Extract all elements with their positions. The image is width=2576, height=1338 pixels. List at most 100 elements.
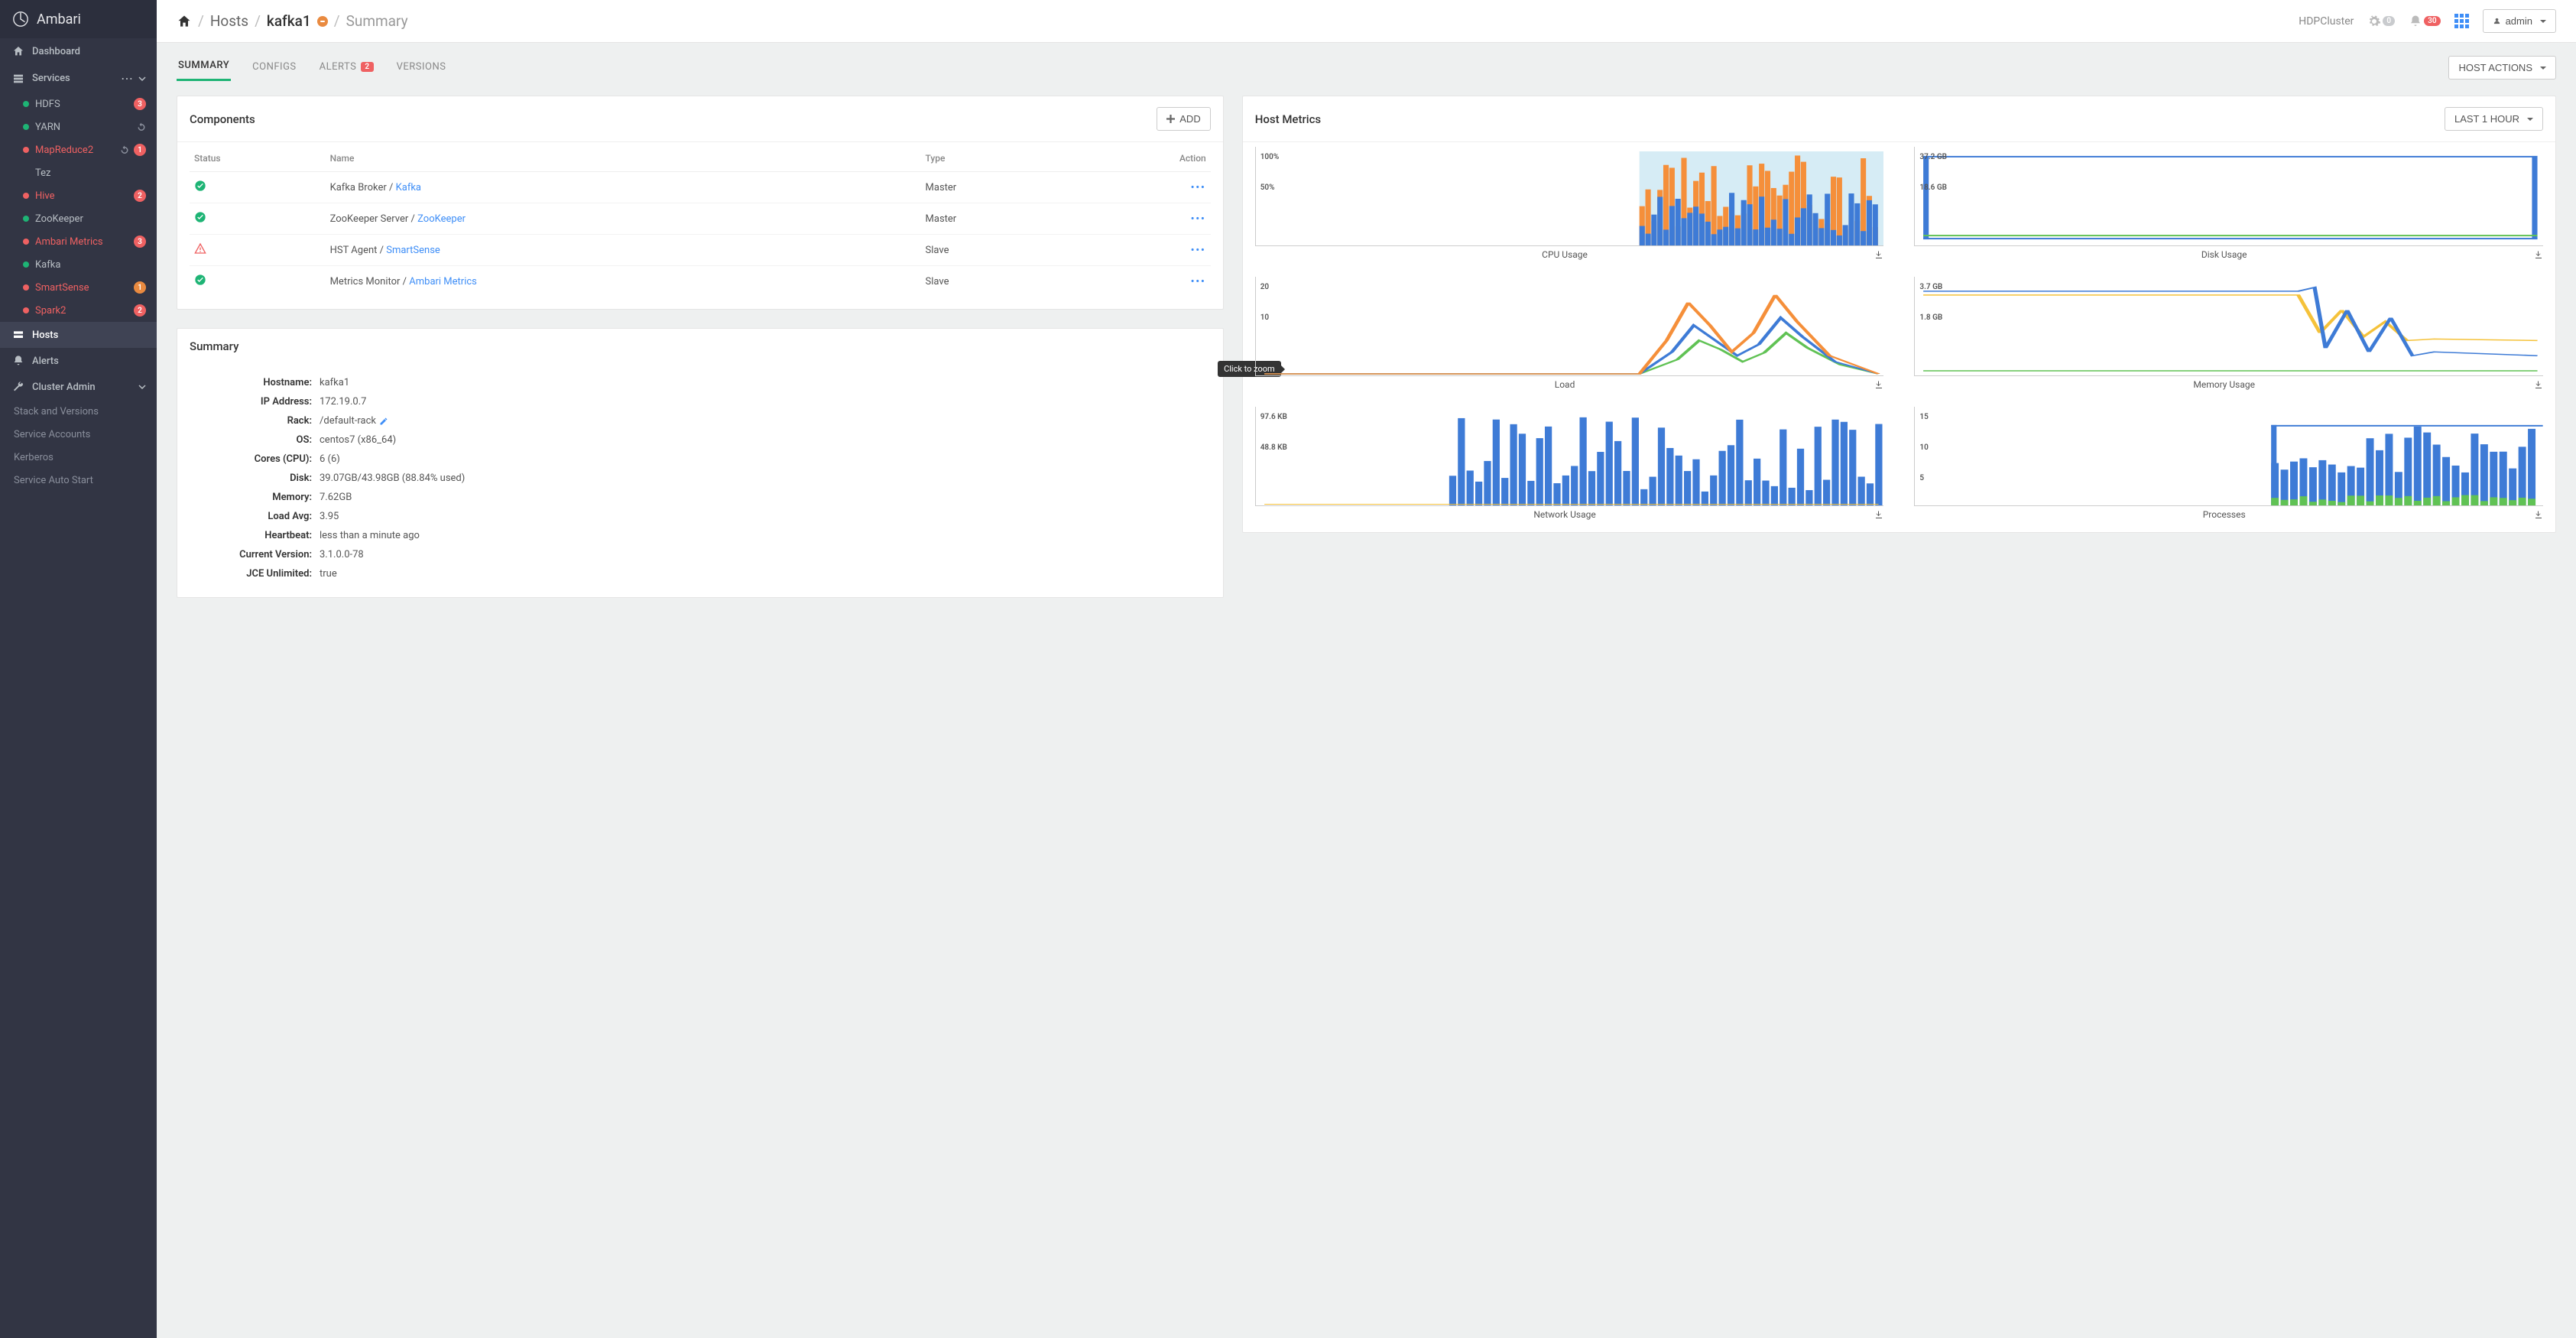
admin-item-stack-and-versions[interactable]: Stack and Versions — [0, 400, 157, 423]
sidebar-service-kafka[interactable]: Kafka — [0, 253, 157, 276]
sidebar-service-smartsense[interactable]: SmartSense1 — [0, 276, 157, 299]
table-row: Metrics Monitor / Ambari MetricsSlave••• — [190, 266, 1211, 297]
summary-row: Disk:39.07GB/43.98GB (88.84% used) — [190, 469, 1211, 488]
tab-configs[interactable]: CONFIGS — [251, 54, 297, 81]
tab-versions[interactable]: VERSIONS — [395, 54, 448, 81]
row-actions-icon[interactable]: ••• — [1191, 182, 1206, 193]
metric-network-usage[interactable]: 97.6 KB48.8 KBNetwork Usage — [1255, 407, 1884, 520]
metrics-title: Host Metrics — [1255, 112, 1321, 126]
status-dot-icon — [23, 216, 29, 222]
sidebar-service-ambari-metrics[interactable]: Ambari Metrics3 — [0, 230, 157, 253]
add-component-button[interactable]: ADD — [1157, 107, 1210, 131]
breadcrumb-hosts[interactable]: Hosts — [210, 12, 248, 30]
row-actions-icon[interactable]: ••• — [1191, 213, 1206, 225]
bell-icon — [2409, 15, 2422, 28]
chart-svg — [1259, 410, 1884, 505]
sidebar-service-hive[interactable]: Hive2 — [0, 184, 157, 207]
alert-badge: 2 — [134, 304, 146, 317]
plus-icon — [1166, 115, 1175, 123]
metric-processes[interactable]: 15105Processes — [1914, 407, 2543, 520]
metric-cpu-usage[interactable]: 100%50%CPU Usage — [1255, 147, 1884, 260]
chevron-down-icon[interactable] — [138, 75, 146, 83]
nav-hosts[interactable]: Hosts — [0, 322, 157, 348]
admin-item-service-accounts[interactable]: Service Accounts — [0, 423, 157, 446]
summary-title: Summary — [190, 339, 238, 353]
nav-services[interactable]: Services ⋯ — [0, 64, 157, 93]
sidebar-service-mapreduce2[interactable]: MapReduce21 — [0, 138, 157, 161]
summary-row: Hostname:kafka1 — [190, 373, 1211, 392]
download-icon[interactable] — [1874, 380, 1883, 389]
status-dot-icon — [23, 124, 29, 130]
nav-cluster-admin[interactable]: Cluster Admin — [0, 374, 157, 400]
download-icon[interactable] — [2534, 380, 2543, 389]
summary-row: Memory:7.62GB — [190, 488, 1211, 507]
services-icon — [12, 73, 24, 85]
time-range-button[interactable]: LAST 1 HOUR — [2445, 107, 2543, 131]
sidebar-service-tez[interactable]: Tez — [0, 161, 157, 184]
gear-icon — [2367, 15, 2381, 28]
alerts-button[interactable]: 30 — [2409, 15, 2440, 28]
alert-badge: 2 — [134, 190, 146, 202]
metric-load[interactable]: 2010Load — [1255, 277, 1884, 390]
apps-button[interactable] — [2454, 14, 2469, 28]
sidebar-service-spark2[interactable]: Spark22 — [0, 299, 157, 322]
summary-row: Cores (CPU):6 (6) — [190, 450, 1211, 469]
summary-panel: Summary Hostname:kafka1IP Address:172.19… — [177, 328, 1224, 598]
hosts-icon — [12, 329, 24, 341]
alert-badge: 1 — [134, 281, 146, 294]
components-table: Status Name Type Action Kafka Broker / K… — [190, 145, 1211, 297]
cluster-name[interactable]: HDPCluster — [2299, 15, 2354, 28]
metric-memory-usage[interactable]: 3.7 GB1.8 GBMemory Usage — [1914, 277, 2543, 390]
sidebar-service-zookeeper[interactable]: ZooKeeper — [0, 207, 157, 230]
admin-item-service-auto-start[interactable]: Service Auto Start — [0, 469, 157, 492]
ops-button[interactable]: 0 — [2367, 15, 2395, 28]
services-more-icon[interactable]: ⋯ — [121, 71, 134, 86]
download-icon[interactable] — [2534, 250, 2543, 259]
components-panel: Components ADD Status Name Type Action — [177, 96, 1224, 310]
home-icon[interactable] — [177, 14, 192, 29]
download-icon[interactable] — [2534, 510, 2543, 519]
ambari-logo-icon — [12, 11, 29, 28]
admin-item-kerberos[interactable]: Kerberos — [0, 446, 157, 469]
alert-badge: 3 — [134, 98, 146, 110]
service-link[interactable]: Kafka — [396, 182, 421, 193]
nav-dashboard[interactable]: Dashboard — [0, 38, 157, 64]
warning-triangle-icon — [194, 242, 206, 255]
check-circle-icon — [194, 274, 206, 286]
summary-row: Current Version:3.1.0.0-78 — [190, 545, 1211, 564]
apps-icon — [2454, 14, 2469, 28]
summary-row: Rack:/default-rack — [190, 411, 1211, 430]
service-link[interactable]: SmartSense — [386, 245, 440, 256]
host-status-icon — [317, 16, 328, 27]
metric-disk-usage[interactable]: 37.2 GB18.6 GBDisk Usage — [1914, 147, 2543, 260]
chart-svg — [1259, 280, 1884, 375]
row-actions-icon[interactable]: ••• — [1191, 245, 1206, 256]
alert-badge: 1 — [134, 144, 146, 156]
home-icon — [12, 45, 24, 57]
summary-row: Heartbeat:less than a minute ago — [190, 526, 1211, 545]
row-actions-icon[interactable]: ••• — [1191, 276, 1206, 287]
status-dot-icon — [23, 147, 29, 153]
metrics-panel: Host Metrics LAST 1 HOUR 100%50%CPU Usag… — [1242, 96, 2556, 533]
tab-summary[interactable]: SUMMARY — [177, 54, 231, 81]
status-dot-icon — [23, 284, 29, 291]
chevron-down-icon[interactable] — [138, 383, 146, 391]
download-icon[interactable] — [1874, 250, 1883, 259]
user-menu[interactable]: admin — [2483, 9, 2556, 33]
refresh-icon[interactable] — [137, 122, 146, 132]
service-link[interactable]: ZooKeeper — [417, 213, 466, 225]
tab-alerts[interactable]: ALERTS2 — [318, 54, 375, 81]
download-icon[interactable] — [1874, 510, 1883, 519]
host-actions-button[interactable]: HOST ACTIONS — [2448, 56, 2556, 80]
bell-icon — [12, 355, 24, 367]
edit-icon[interactable] — [379, 417, 388, 426]
topbar: / Hosts / kafka1 / Summary HDPCluster 0 … — [157, 0, 2576, 43]
brand[interactable]: Ambari — [0, 0, 157, 38]
service-link[interactable]: Ambari Metrics — [409, 276, 477, 287]
sidebar-service-hdfs[interactable]: HDFS3 — [0, 93, 157, 115]
components-title: Components — [190, 112, 255, 126]
brand-label: Ambari — [37, 11, 81, 28]
sidebar-service-yarn[interactable]: YARN — [0, 115, 157, 138]
nav-alerts[interactable]: Alerts — [0, 348, 157, 374]
refresh-icon[interactable] — [120, 145, 129, 154]
